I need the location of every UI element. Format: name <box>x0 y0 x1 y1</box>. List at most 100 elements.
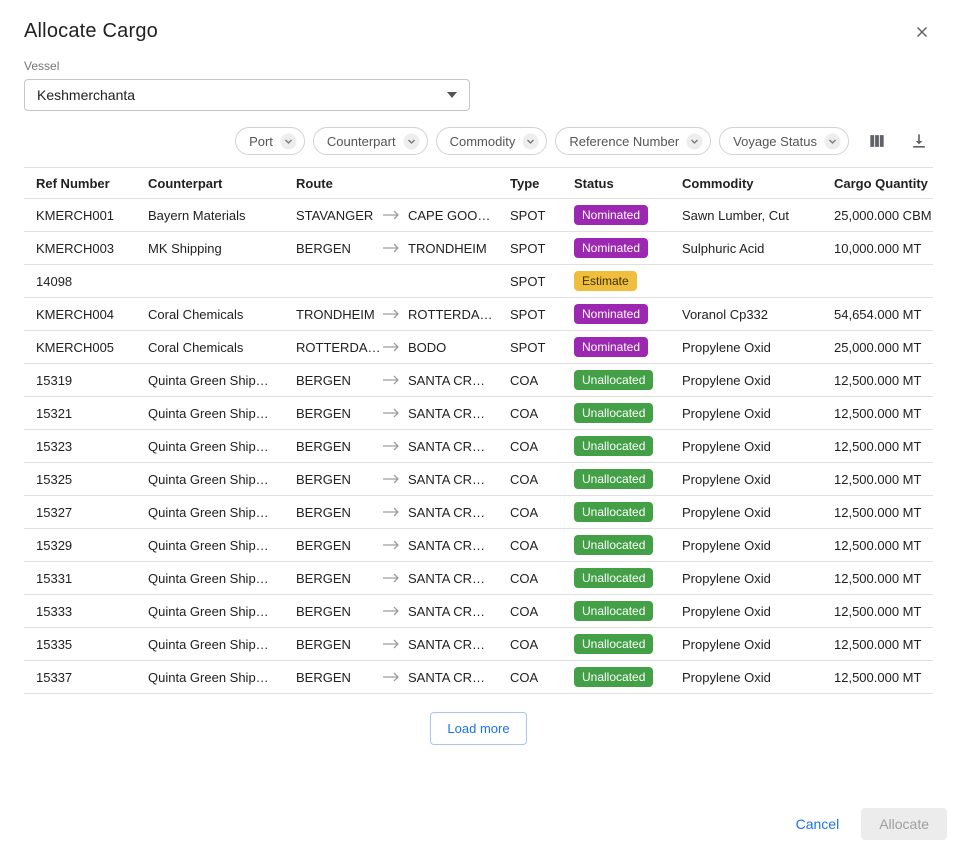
cell-type: COA <box>498 595 562 628</box>
cell-counterpart: Bayern Materials <box>136 199 284 232</box>
filter-chip-counterpart[interactable]: Counterpart <box>313 127 428 155</box>
route-arrow-icon <box>382 308 400 320</box>
cell-type: COA <box>498 562 562 595</box>
table-row[interactable]: 15329 Quinta Green Ship… BERGEN SANTA CR… <box>24 529 933 562</box>
cell-cargo-quantity: 25,000.000 CBM <box>822 199 933 232</box>
cell-commodity: Propylene Oxid <box>670 661 822 694</box>
table-row[interactable]: KMERCH004 Coral Chemicals TRONDHEIM ROTT… <box>24 298 933 331</box>
cell-counterpart: Quinta Green Ship… <box>136 463 284 496</box>
cell-counterpart: Quinta Green Ship… <box>136 529 284 562</box>
cell-cargo-quantity: 12,500.000 MT <box>822 397 933 430</box>
cell-cargo-quantity: 12,500.000 MT <box>822 463 933 496</box>
filter-chip-voyage-status[interactable]: Voyage Status <box>719 127 849 155</box>
filter-chip-label: Reference Number <box>569 134 679 149</box>
table-row[interactable]: 15331 Quinta Green Ship… BERGEN SANTA CR… <box>24 562 933 595</box>
filter-chip-commodity[interactable]: Commodity <box>436 127 548 155</box>
col-commodity: Commodity <box>670 168 822 199</box>
cell-route: BERGEN SANTA CR… <box>284 529 498 562</box>
table-row[interactable]: 15337 Quinta Green Ship… BERGEN SANTA CR… <box>24 661 933 694</box>
status-badge: Unallocated <box>574 469 653 489</box>
cell-commodity <box>670 265 822 298</box>
status-badge: Unallocated <box>574 502 653 522</box>
cell-ref-number: 15323 <box>24 430 136 463</box>
columns-button[interactable] <box>863 127 891 155</box>
page-title: Allocate Cargo <box>24 20 158 43</box>
cell-route: STAVANGER CAPE GOO… <box>284 199 498 232</box>
cell-status: Unallocated <box>562 562 670 595</box>
cell-ref-number: 14098 <box>24 265 136 298</box>
cell-status: Unallocated <box>562 529 670 562</box>
cell-status: Unallocated <box>562 661 670 694</box>
vessel-selected-value: Keshmerchanta <box>37 87 135 103</box>
cancel-button[interactable]: Cancel <box>780 808 856 840</box>
table-row[interactable]: KMERCH001 Bayern Materials STAVANGER CAP… <box>24 199 933 232</box>
cell-cargo-quantity: 12,500.000 MT <box>822 628 933 661</box>
table-row[interactable]: KMERCH005 Coral Chemicals ROTTERDA… BODO… <box>24 331 933 364</box>
route-to-port: CAPE GOO… <box>408 208 494 223</box>
cell-route: BERGEN SANTA CR… <box>284 364 498 397</box>
load-more-container: Load more <box>0 712 957 745</box>
table-row[interactable]: 15325 Quinta Green Ship… BERGEN SANTA CR… <box>24 463 933 496</box>
route-arrow-icon <box>382 605 400 617</box>
cell-type: SPOT <box>498 331 562 364</box>
status-badge: Nominated <box>574 304 648 324</box>
route-arrow-icon <box>382 539 400 551</box>
route-from-port: BERGEN <box>296 670 382 685</box>
route-to-port: SANTA CR… <box>408 604 494 619</box>
table-row[interactable]: 15333 Quinta Green Ship… BERGEN SANTA CR… <box>24 595 933 628</box>
table-row[interactable]: 15319 Quinta Green Ship… BERGEN SANTA CR… <box>24 364 933 397</box>
route-from-port: BERGEN <box>296 406 382 421</box>
route-arrow-icon <box>382 671 400 683</box>
cell-cargo-quantity <box>822 265 933 298</box>
table-row[interactable]: KMERCH003 MK Shipping BERGEN TRONDHEIM S… <box>24 232 933 265</box>
route-arrow-icon <box>382 638 400 650</box>
cell-commodity: Propylene Oxid <box>670 463 822 496</box>
cell-ref-number: 15337 <box>24 661 136 694</box>
chevron-down-icon <box>447 92 457 98</box>
cell-route: TRONDHEIM ROTTERDA… <box>284 298 498 331</box>
cell-status: Nominated <box>562 232 670 265</box>
cell-ref-number: 15331 <box>24 562 136 595</box>
route-from-port: BERGEN <box>296 505 382 520</box>
download-button[interactable] <box>905 127 933 155</box>
cell-route: BERGEN TRONDHEIM <box>284 232 498 265</box>
cell-commodity: Voranol Cp332 <box>670 298 822 331</box>
filter-chip-port[interactable]: Port <box>235 127 305 155</box>
cell-type: COA <box>498 463 562 496</box>
cell-ref-number: 15335 <box>24 628 136 661</box>
chevron-down-icon <box>522 133 539 150</box>
allocate-button[interactable]: Allocate <box>861 808 947 840</box>
route-from-port: ROTTERDA… <box>296 340 382 355</box>
cell-type: SPOT <box>498 265 562 298</box>
table-body: KMERCH001 Bayern Materials STAVANGER CAP… <box>24 199 933 694</box>
chevron-down-icon <box>280 133 297 150</box>
table-row[interactable]: 15335 Quinta Green Ship… BERGEN SANTA CR… <box>24 628 933 661</box>
cell-commodity: Propylene Oxid <box>670 628 822 661</box>
cell-status: Estimate <box>562 265 670 298</box>
route-to-port: SANTA CR… <box>408 505 494 520</box>
load-more-button[interactable]: Load more <box>430 712 526 745</box>
columns-icon <box>867 131 887 151</box>
close-button[interactable] <box>911 21 933 43</box>
cell-status: Unallocated <box>562 463 670 496</box>
table-row[interactable]: 14098 SPOT Estimate <box>24 265 933 298</box>
vessel-select[interactable]: Keshmerchanta <box>24 79 470 111</box>
cell-counterpart: Coral Chemicals <box>136 331 284 364</box>
cell-ref-number: KMERCH003 <box>24 232 136 265</box>
status-badge: Estimate <box>574 271 637 291</box>
table-row[interactable]: 15323 Quinta Green Ship… BERGEN SANTA CR… <box>24 430 933 463</box>
cell-type: SPOT <box>498 298 562 331</box>
route-to-port: ROTTERDA… <box>408 307 494 322</box>
cell-commodity: Propylene Oxid <box>670 364 822 397</box>
vessel-section: Vessel Keshmerchanta <box>0 43 957 111</box>
cell-type: SPOT <box>498 199 562 232</box>
table-row[interactable]: 15327 Quinta Green Ship… BERGEN SANTA CR… <box>24 496 933 529</box>
cell-counterpart: Quinta Green Ship… <box>136 496 284 529</box>
cell-ref-number: 15329 <box>24 529 136 562</box>
filter-toolbar: Port Counterpart Commodity Reference Num… <box>0 111 957 155</box>
cell-commodity: Propylene Oxid <box>670 397 822 430</box>
table-row[interactable]: 15321 Quinta Green Ship… BERGEN SANTA CR… <box>24 397 933 430</box>
cell-status: Nominated <box>562 199 670 232</box>
filter-chip-reference-number[interactable]: Reference Number <box>555 127 711 155</box>
cell-counterpart <box>136 265 284 298</box>
